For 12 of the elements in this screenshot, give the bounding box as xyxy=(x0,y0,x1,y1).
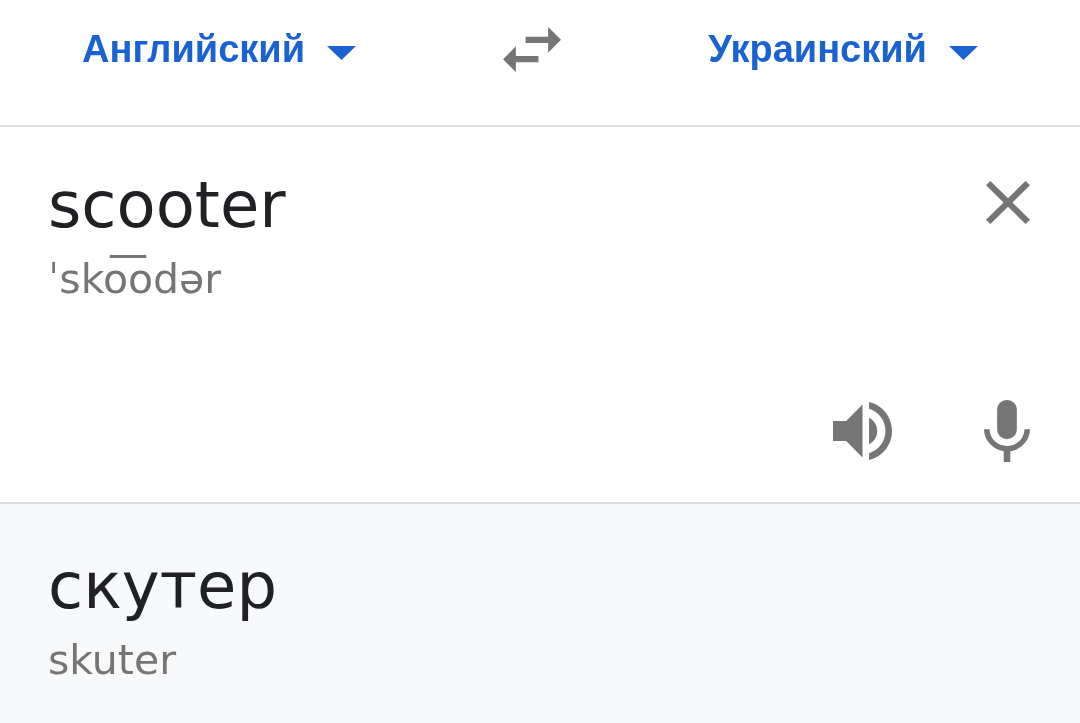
source-transliteration: ˈsko͞odər xyxy=(48,254,222,304)
speaker-icon[interactable] xyxy=(833,402,892,460)
caret-icon xyxy=(949,45,978,60)
translation-transliteration: skuter xyxy=(48,635,176,685)
source-text-input[interactable]: scooter xyxy=(48,165,286,245)
close-icon[interactable] xyxy=(986,181,1030,224)
translation-text: скутер xyxy=(48,548,277,625)
caret-icon xyxy=(327,45,356,60)
source-language-button[interactable]: Английский xyxy=(82,28,356,71)
swap-icon[interactable] xyxy=(503,27,562,72)
target-language-button[interactable]: Украинский xyxy=(708,28,978,71)
microphone-icon[interactable] xyxy=(984,400,1030,462)
